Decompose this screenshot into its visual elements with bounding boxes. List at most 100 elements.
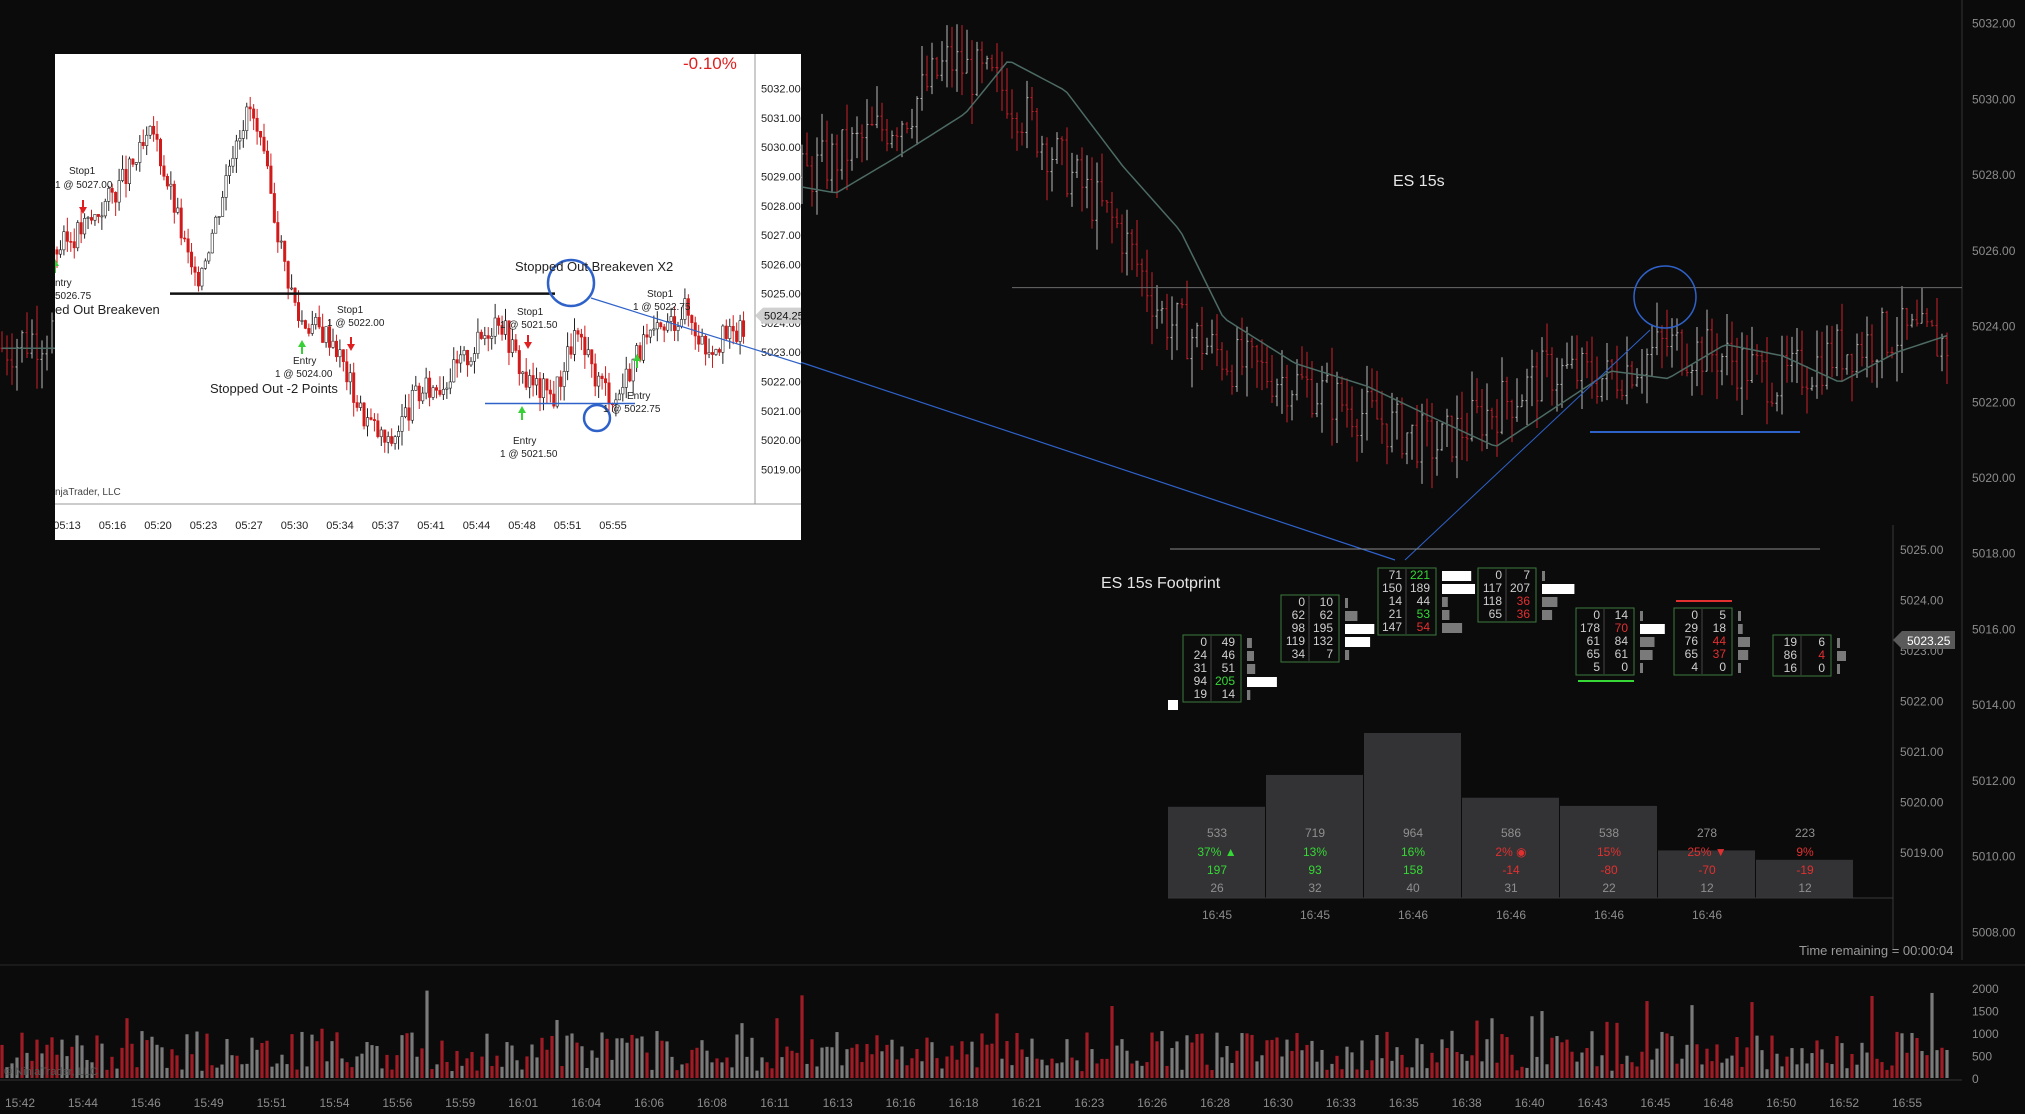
time-tick-label: 16:08	[697, 1096, 727, 1110]
volume-bar	[820, 1047, 824, 1078]
footprint-ask: 0	[1818, 661, 1825, 675]
volume-bar	[535, 1057, 539, 1078]
volume-bar	[955, 1059, 959, 1078]
footprint-time-tick: 16:45	[1202, 908, 1232, 922]
footprint-ask: 44	[1417, 594, 1431, 608]
volume-bar	[735, 1034, 739, 1078]
footprint-bid: 98	[1292, 621, 1306, 635]
time-tick-label: 16:04	[571, 1096, 601, 1110]
inset-candle-body	[96, 214, 100, 217]
inset-candle-body	[524, 371, 528, 388]
price-tick-label: 5016.00	[1972, 622, 2016, 636]
inset-candle-body	[234, 140, 238, 159]
inset-candle-body	[269, 165, 273, 194]
time-tick-label: 16:43	[1577, 1096, 1607, 1110]
volume-bar	[180, 1069, 184, 1078]
volume-bar	[1940, 1047, 1944, 1078]
inset-annotation: 1 @ 5024.00	[275, 369, 333, 380]
inset-time-tick: 05:41	[417, 520, 445, 532]
volume-bar	[455, 1050, 459, 1078]
inset-price-tick: 5032.00	[761, 84, 801, 96]
volume-bar	[1460, 1054, 1464, 1078]
time-tick-label: 16:45	[1640, 1096, 1670, 1110]
footprint-column: 0 5 29 18 76 44 65 37 4 0	[1673, 607, 1750, 676]
volume-bar	[530, 1044, 534, 1078]
inset-candle-body	[341, 349, 345, 363]
volume-bar	[450, 1071, 454, 1078]
footprint-volume-bar	[1442, 597, 1448, 607]
inset-candle-body	[65, 231, 69, 242]
inset-candle-body	[459, 354, 463, 364]
volume-bar	[905, 1065, 909, 1078]
stop-arrow-icon	[347, 337, 355, 351]
summary-trades: 12	[1700, 881, 1714, 895]
volume-bar	[1660, 1031, 1664, 1078]
inset-candle-body	[272, 193, 276, 223]
inset-candle-body	[538, 378, 542, 398]
volume-bar	[1275, 1037, 1279, 1078]
volume-bar	[815, 1066, 819, 1078]
volume-bar	[560, 1066, 564, 1078]
volume-bar	[270, 1066, 274, 1078]
time-tick-label: 16:38	[1452, 1096, 1482, 1110]
volume-bar	[385, 1054, 389, 1078]
volume-bar	[1170, 1048, 1174, 1078]
inset-candle-body	[586, 349, 590, 356]
connector-line-inset	[799, 361, 1396, 561]
inset-time-tick: 05:37	[372, 520, 400, 532]
volume-bar	[400, 1035, 404, 1078]
current-price-label: 5023.25	[1907, 634, 1951, 648]
time-tick-label: 16:21	[1011, 1096, 1041, 1110]
volume-bar	[890, 1039, 894, 1078]
volume-bar	[1685, 1044, 1689, 1078]
summary-delta-pct: 2% ◉	[1495, 845, 1526, 859]
volume-bar	[655, 1031, 659, 1078]
volume-bar	[1185, 1035, 1189, 1078]
footprint-ask: 0	[1719, 660, 1726, 674]
volume-bar	[1560, 1042, 1564, 1078]
volume-bar	[1820, 1049, 1824, 1078]
inset-time-tick: 05:44	[463, 520, 491, 532]
time-tick-label: 16:30	[1263, 1096, 1293, 1110]
volume-bar	[1550, 1037, 1554, 1078]
footprint-price-tick: 5020.00	[1900, 796, 1944, 810]
volume-bar	[250, 1037, 254, 1078]
inset-time-tick: 05:23	[190, 520, 218, 532]
inset-candle-body	[710, 352, 714, 355]
volume-bar	[795, 1052, 799, 1078]
volume-bar	[1805, 1063, 1809, 1078]
volume-bar	[975, 1067, 979, 1078]
volume-bar	[1595, 1066, 1599, 1078]
footprint-time-tick: 16:46	[1594, 908, 1624, 922]
footprint-marker	[1168, 700, 1178, 710]
volume-bar	[1190, 1042, 1194, 1078]
volume-bar	[810, 1039, 814, 1078]
main-chart-label: ES 15s	[1393, 173, 1445, 190]
volume-bar	[245, 1063, 249, 1078]
time-tick-label: 15:56	[382, 1096, 412, 1110]
summary-volume: 586	[1501, 826, 1521, 840]
volume-bar	[1540, 1011, 1544, 1078]
inset-candle-body	[697, 335, 701, 345]
footprint-column: 71 221 150 189 14 44 21 53 147 54	[1377, 567, 1475, 636]
volume-bar	[1225, 1046, 1229, 1078]
volume-bar	[1545, 1064, 1549, 1078]
volume-bar	[210, 1065, 214, 1078]
inset-trade-chart[interactable]: 5032.00 5031.00 5030.00 5029.00 5028.00 5027.…	[55, 54, 801, 540]
volume-bar	[390, 1069, 394, 1078]
volume-bar	[285, 1064, 289, 1078]
footprint-volume-bar	[1738, 637, 1750, 647]
footprint-volume-bar	[1640, 624, 1665, 634]
volume-bar	[1840, 1043, 1844, 1078]
volume-bar	[935, 1058, 939, 1078]
footprint-volume-bar	[1738, 663, 1741, 673]
volume-bar	[1365, 1070, 1369, 1078]
footprint-volume-bar	[1738, 611, 1741, 621]
footprint-bid: 147	[1382, 620, 1402, 634]
volume-bar	[1700, 1064, 1704, 1078]
volume-bar	[1120, 1039, 1124, 1078]
inset-candle-body	[310, 324, 314, 334]
inset-candle-body	[89, 217, 93, 221]
volume-bar	[370, 1045, 374, 1078]
inset-candle-body	[579, 333, 583, 338]
